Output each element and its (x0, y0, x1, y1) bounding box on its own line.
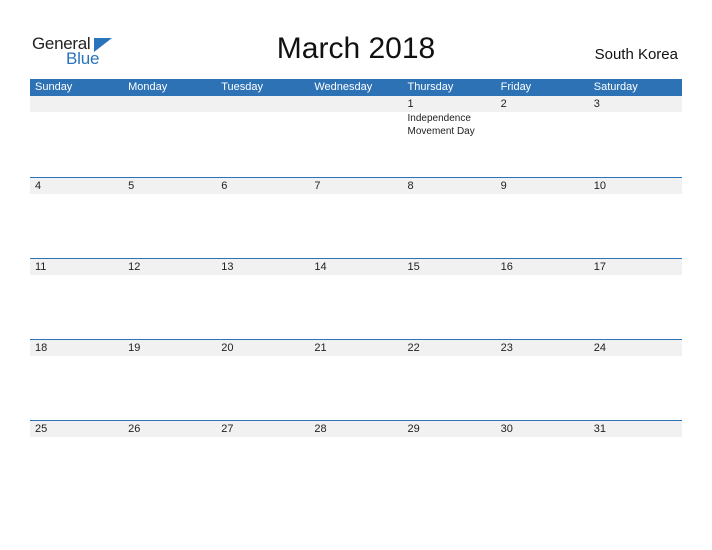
event-area (30, 356, 682, 420)
holiday-label (30, 194, 123, 258)
holiday-label (123, 275, 216, 339)
day-number: 16 (500, 261, 513, 273)
event-area (30, 437, 682, 501)
weeks-container: 1 2 3 Independence Movement Day 4 5 6 7 8 9 10 11 12… (30, 96, 682, 501)
event-area (30, 194, 682, 258)
day-number: 31 (593, 423, 606, 435)
day-number: 9 (500, 180, 507, 192)
holiday-label (30, 356, 123, 420)
day-number: 8 (407, 180, 414, 192)
day-number: 4 (35, 180, 42, 192)
day-number: 28 (314, 423, 327, 435)
day-number: 7 (314, 180, 321, 192)
holiday-label: Independence Movement Day (407, 113, 475, 137)
holiday-label (309, 194, 402, 258)
holiday-label (496, 194, 589, 258)
day-number: 12 (128, 261, 141, 273)
day-number: 21 (314, 342, 327, 354)
day-number (30, 96, 123, 112)
day-number: 19 (128, 342, 141, 354)
date-strip: 11 12 13 14 15 16 17 (30, 259, 682, 275)
day-number: 14 (314, 261, 327, 273)
day-number: 11 (35, 261, 47, 273)
day-number: 23 (500, 342, 513, 354)
day-number: 10 (593, 180, 606, 192)
day-number: 6 (221, 180, 228, 192)
holiday-label (496, 112, 589, 176)
day-number: 30 (500, 423, 513, 435)
day-number: 18 (35, 342, 48, 354)
event-area: Independence Movement Day (30, 112, 682, 176)
week-row: 18 19 20 21 22 23 24 (30, 339, 682, 420)
date-strip: 4 5 6 7 8 9 10 (30, 178, 682, 194)
holiday-label (403, 437, 496, 501)
holiday-label (123, 112, 216, 176)
holiday-label (589, 275, 682, 339)
holiday-label (123, 437, 216, 501)
weekday-saturday: Saturday (593, 81, 638, 93)
holiday-label (589, 112, 682, 176)
weekday-monday: Monday (128, 81, 168, 93)
week-row: 4 5 6 7 8 9 10 (30, 177, 682, 258)
day-number: 26 (128, 423, 141, 435)
day-number (216, 96, 309, 112)
calendar-grid: Sunday Monday Tuesday Wednesday Thursday… (30, 79, 682, 501)
day-number (123, 96, 216, 112)
weekday-header: Sunday Monday Tuesday Wednesday Thursday… (30, 79, 682, 96)
date-strip: 1 2 3 (30, 96, 682, 112)
day-number: 1 (407, 98, 414, 110)
day-number (309, 96, 402, 112)
day-number: 27 (221, 423, 234, 435)
holiday-label (496, 437, 589, 501)
date-strip: 18 19 20 21 22 23 24 (30, 340, 682, 356)
date-strip: 25 26 27 28 29 30 31 (30, 421, 682, 437)
day-number: 3 (593, 98, 600, 110)
day-number: 20 (221, 342, 234, 354)
holiday-label (123, 356, 216, 420)
weekday-sunday: Sunday (35, 81, 73, 93)
holiday-label (30, 112, 123, 176)
week-row: 1 2 3 Independence Movement Day (30, 96, 682, 177)
day-number: 13 (221, 261, 234, 273)
day-number: 22 (407, 342, 420, 354)
holiday-label (309, 356, 402, 420)
holiday-label (309, 275, 402, 339)
holiday-label (589, 437, 682, 501)
day-number: 25 (35, 423, 48, 435)
holiday-label (216, 275, 309, 339)
weekday-friday: Friday (500, 81, 532, 93)
day-number: 17 (593, 261, 606, 273)
event-area (30, 275, 682, 339)
holiday-label (496, 356, 589, 420)
holiday-label (216, 194, 309, 258)
day-number: 2 (500, 98, 507, 110)
holiday-label (403, 275, 496, 339)
week-row: 11 12 13 14 15 16 17 (30, 258, 682, 339)
holiday-label (309, 437, 402, 501)
weekday-thursday: Thursday (407, 81, 454, 93)
week-row: 25 26 27 28 29 30 31 (30, 420, 682, 501)
day-number: 29 (407, 423, 420, 435)
holiday-label (216, 356, 309, 420)
holiday-label (216, 437, 309, 501)
holiday-label (403, 194, 496, 258)
weekday-tuesday: Tuesday (221, 81, 264, 93)
holiday-label (589, 356, 682, 420)
holiday-label (403, 356, 496, 420)
holiday-label (589, 194, 682, 258)
day-number: 24 (593, 342, 606, 354)
holiday-label (216, 112, 309, 176)
day-number: 15 (407, 261, 420, 273)
country-label: South Korea (594, 46, 678, 63)
holiday-label (496, 275, 589, 339)
weekday-wednesday: Wednesday (314, 81, 373, 93)
holiday-label (309, 112, 402, 176)
holiday-label (30, 437, 123, 501)
holiday-label (123, 194, 216, 258)
day-number: 5 (128, 180, 135, 192)
holiday-label (30, 275, 123, 339)
